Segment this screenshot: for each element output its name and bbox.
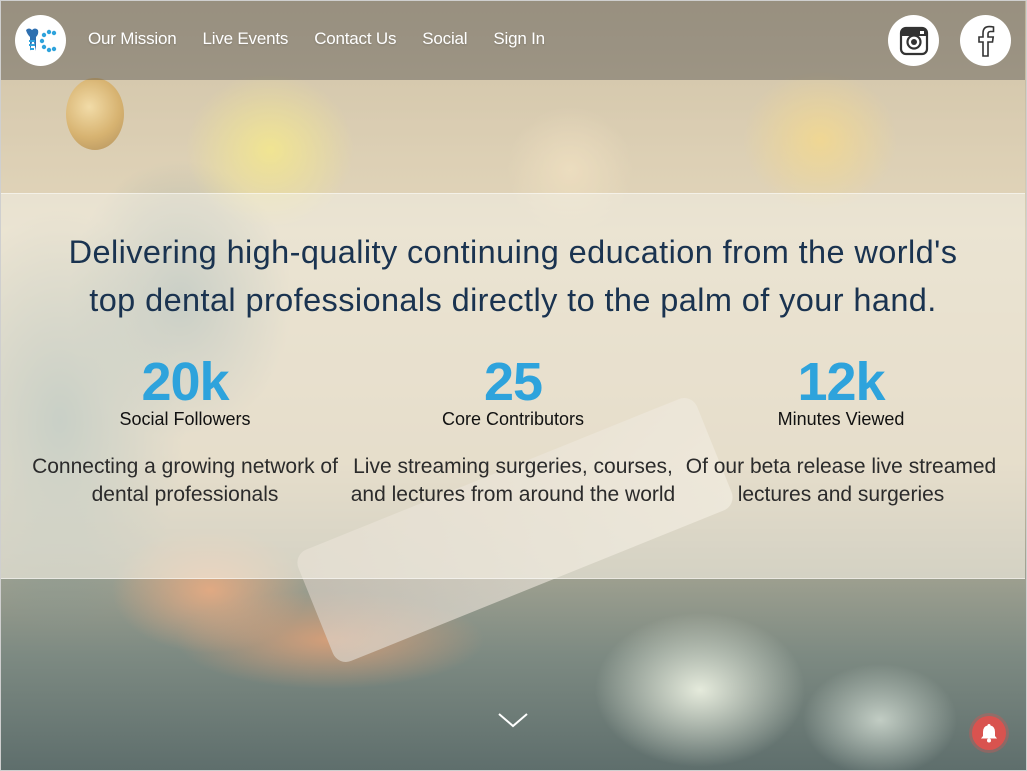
stat-minutes-viewed: 12k Minutes Viewed Of our beta release l… [676,354,1006,509]
nav-our-mission[interactable]: Our Mission [88,29,177,49]
facebook-icon [977,25,994,57]
headline-line-1: Delivering high-quality continuing educa… [68,234,958,270]
instagram-button[interactable] [888,15,939,66]
instagram-icon [899,26,928,55]
stat-social-followers: 20k Social Followers Connecting a growin… [20,354,350,509]
stat-value: 20k [141,352,229,412]
stat-value: 25 [483,352,543,412]
headline-line-2: top dental professionals directly to the… [89,282,937,318]
notification-button[interactable] [972,716,1006,750]
hero-top-band [1,80,1025,193]
nav-links: Our Mission Live Events Contact Us Socia… [88,29,545,49]
stat-label: Core Contributors [441,409,585,429]
tooth-implant-logo-icon [25,28,56,52]
scroll-down-button[interactable] [497,710,529,730]
stat-label: Social Followers [119,409,251,429]
stat-description: Live streaming surgeries, courses, and l… [350,455,676,506]
stat-value: 12k [797,352,885,412]
nav-social[interactable]: Social [422,29,467,49]
nav-live-events[interactable]: Live Events [203,29,289,49]
stat-core-contributors: 25 Core Contributors Live streaming surg… [348,354,678,509]
chevron-down-icon [498,713,528,728]
site-logo[interactable] [15,15,66,66]
stats-panel: Delivering high-quality continuing educa… [1,193,1025,579]
nav-contact-us[interactable]: Contact Us [314,29,396,49]
stat-description: Of our beta release live streamed lectur… [685,455,997,506]
stat-label: Minutes Viewed [777,409,905,429]
nav-sign-in[interactable]: Sign In [493,29,545,49]
bell-icon [981,724,997,743]
stat-description: Connecting a growing network of dental p… [32,455,338,506]
facebook-button[interactable] [960,15,1011,66]
hero-headline: Delivering high-quality continuing educa… [1,228,1025,324]
